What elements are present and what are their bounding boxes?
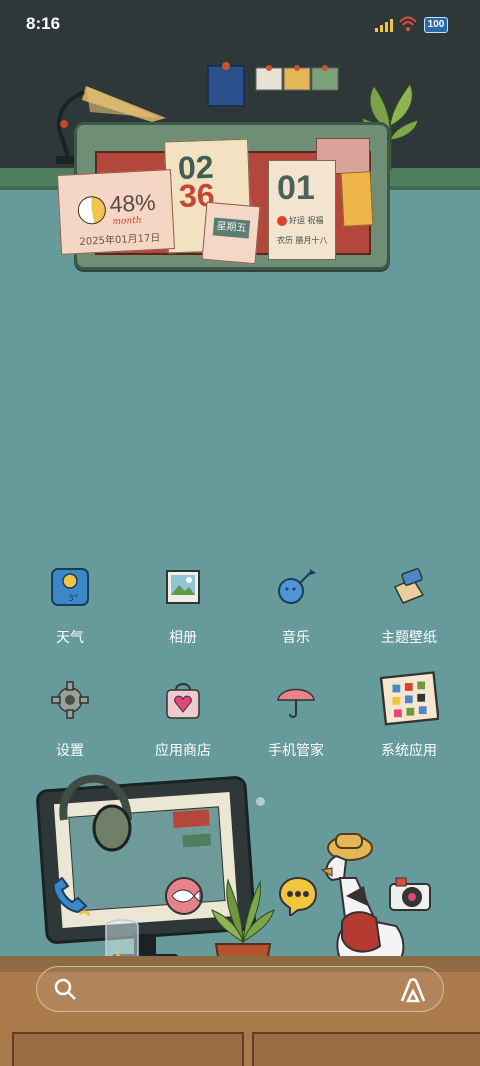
- lunar-date: 农历 腊月十八: [277, 236, 328, 245]
- app-theme[interactable]: 主题壁纸: [359, 567, 459, 667]
- pinned-yellow-note: [340, 171, 374, 227]
- camera-icon[interactable]: [388, 876, 432, 912]
- phone-icon[interactable]: [50, 876, 92, 916]
- app-theme-label: 主题壁纸: [381, 630, 437, 646]
- app-weather[interactable]: 3° 天气: [20, 567, 120, 667]
- gallery-icon: [166, 570, 200, 604]
- status-time: 8:16: [26, 14, 61, 33]
- app-weather-label: 天气: [56, 630, 84, 646]
- month-progress-note[interactable]: 48% month 2025年01月17日: [56, 169, 176, 255]
- app-system-folder-label: 系统应用: [381, 743, 437, 759]
- desk-drawer-right: [252, 1032, 480, 1066]
- messages-fish-icon[interactable]: [164, 876, 204, 916]
- theme-icon: [393, 568, 425, 604]
- ai-assistant-icon[interactable]: [399, 977, 427, 1003]
- app-music[interactable]: 音乐: [246, 567, 346, 667]
- pinned-notes-decoration: [207, 62, 339, 107]
- weather-icon: 3°: [51, 568, 89, 606]
- cellular-signal-icon: [375, 18, 395, 32]
- chat-bubble-icon[interactable]: [278, 876, 318, 916]
- app-gallery[interactable]: 相册: [133, 567, 233, 667]
- settings-gear-icon: [51, 681, 89, 719]
- desk-drawer-left: [12, 1032, 244, 1066]
- app-phone-manager-label: 手机管家: [268, 743, 324, 759]
- calendar-day-note[interactable]: 01 好运 祝福 农历 腊月十八: [268, 160, 336, 260]
- app-system-folder[interactable]: 系统应用: [359, 671, 459, 780]
- system-apps-folder-icon: [379, 671, 439, 726]
- calendar-day-number: 01: [277, 169, 315, 207]
- app-settings-label: 设置: [56, 743, 84, 759]
- app-store-label: 应用商店: [155, 743, 211, 759]
- status-bar: 8:16 100: [0, 0, 480, 50]
- luck-text: 好运 祝福: [289, 216, 324, 225]
- search-bar[interactable]: [36, 966, 444, 1012]
- music-icon: [278, 569, 316, 604]
- current-date: 2025年01月17日: [79, 232, 161, 248]
- app-gallery-label: 相册: [169, 630, 197, 646]
- page-dot-inactive[interactable]: [256, 797, 265, 806]
- month-progress-label: month: [112, 215, 142, 228]
- luck-seal-icon: [277, 215, 287, 226]
- app-store-bag-icon: [166, 683, 200, 719]
- month-progress-pie-icon: [77, 195, 107, 225]
- weekday-note: 星期五: [201, 201, 261, 265]
- wifi-icon: [399, 16, 417, 31]
- phone-manager-umbrella-icon: [277, 688, 315, 718]
- app-phone-manager[interactable]: 手机管家: [246, 680, 346, 780]
- weather-temp: 3°: [68, 594, 78, 604]
- search-icon[interactable]: [53, 977, 77, 1001]
- battery-indicator: 100: [424, 17, 448, 33]
- month-progress-percent: 48%: [108, 188, 157, 218]
- app-music-label: 音乐: [282, 630, 310, 646]
- weekday-label: 星期五: [212, 217, 251, 239]
- luck-label: 好运 祝福: [277, 215, 324, 226]
